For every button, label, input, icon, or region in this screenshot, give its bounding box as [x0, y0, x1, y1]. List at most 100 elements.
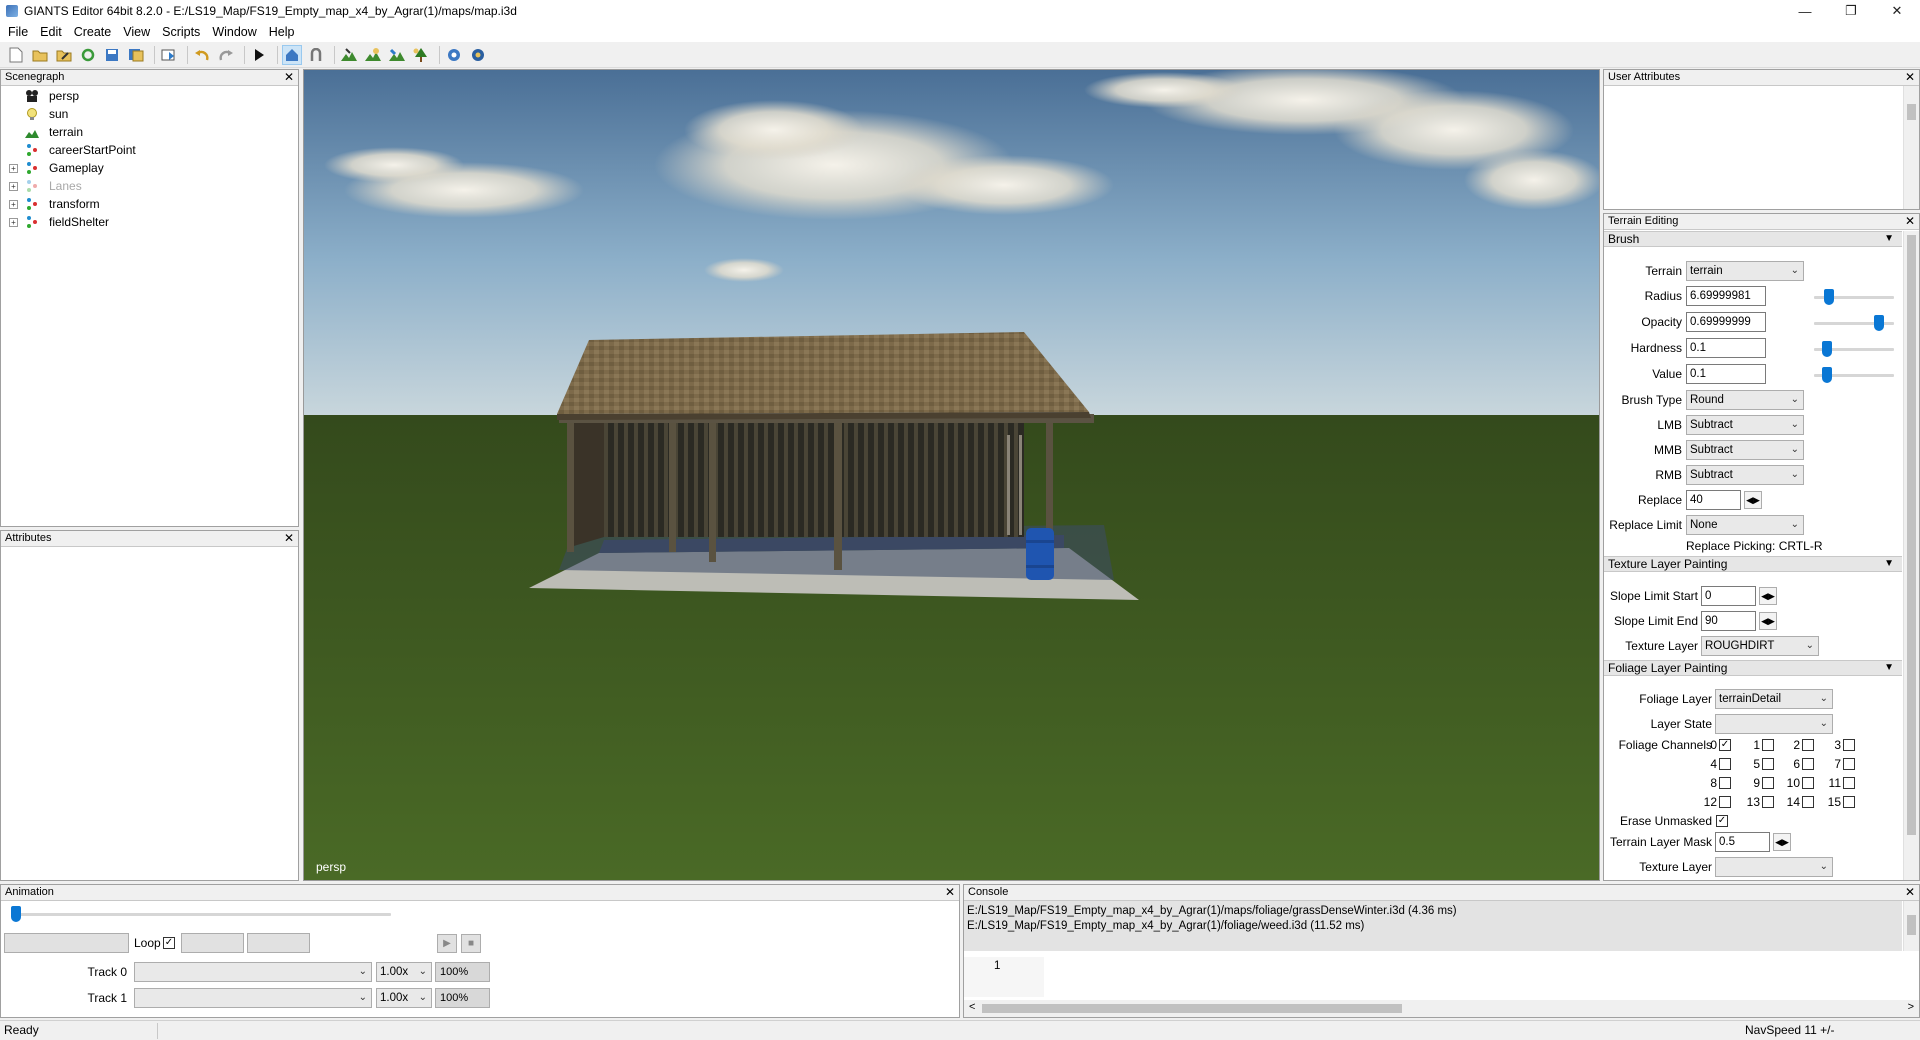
menu-scripts[interactable]: Scripts [156, 25, 206, 39]
foliage-channel-checkbox[interactable] [1802, 796, 1814, 808]
save-all-icon[interactable] [126, 45, 146, 65]
track0-speed-select[interactable]: 1.00x ⌄ [376, 962, 432, 982]
foliage-channel-checkbox[interactable] [1762, 758, 1774, 770]
timeline-slider-thumb[interactable] [11, 906, 21, 922]
opacity-input[interactable]: 0.69999999 [1686, 312, 1766, 332]
expand-icon[interactable]: + [9, 217, 18, 227]
foliage-channel-checkbox[interactable] [1843, 739, 1855, 751]
scenegraph-item-Gameplay[interactable]: + Gameplay [1, 159, 298, 177]
layer-state-select[interactable]: ⌄ [1715, 714, 1833, 734]
play-icon[interactable]: ▶ [437, 934, 457, 953]
texture-layer-section-header[interactable]: Texture Layer Painting ▼ [1604, 556, 1902, 572]
scroll-left-icon[interactable]: < [969, 1001, 975, 1013]
scenegraph-item-careerStartPoint[interactable]: careerStartPoint [1, 141, 298, 159]
scenegraph-item-fieldShelter[interactable]: + fieldShelter [1, 213, 298, 231]
track1-speed-select[interactable]: 1.00x ⌄ [376, 988, 432, 1008]
open-file-icon[interactable] [30, 45, 50, 65]
close-icon[interactable]: ✕ [1874, 0, 1920, 22]
foliage-channel-checkbox[interactable] [1802, 777, 1814, 789]
opacity-slider-thumb[interactable] [1874, 315, 1884, 331]
menu-create[interactable]: Create [68, 25, 118, 39]
close-icon[interactable]: ✕ [1905, 70, 1915, 85]
save-icon[interactable] [102, 45, 122, 65]
terrain-sculpt-icon[interactable] [363, 45, 383, 65]
foliage-channel-checkbox[interactable] [1843, 777, 1855, 789]
mmb-select[interactable]: Subtract ⌄ [1686, 440, 1804, 460]
console-input[interactable] [1044, 957, 1919, 997]
lmb-select[interactable]: Subtract ⌄ [1686, 415, 1804, 435]
hardness-slider-thumb[interactable] [1822, 341, 1832, 357]
scrollbar-horizontal[interactable]: < > [964, 1000, 1919, 1017]
foliage-layer-section-header[interactable]: Foliage Layer Painting ▼ [1604, 660, 1902, 676]
menu-help[interactable]: Help [263, 25, 301, 39]
terrain-layer-mask-input[interactable]: 0.5 [1715, 832, 1770, 852]
scrollbar-thumb[interactable] [1907, 235, 1916, 835]
start-time-field[interactable] [181, 933, 244, 953]
import-icon[interactable] [159, 45, 179, 65]
track1-weight[interactable]: 100% [435, 988, 490, 1008]
play-icon[interactable] [249, 45, 269, 65]
foliage-channel-checkbox[interactable]: ✓ [1719, 739, 1731, 751]
replace-limit-select[interactable]: None ⌄ [1686, 515, 1804, 535]
scroll-right-icon[interactable]: > [1908, 1001, 1914, 1013]
close-icon[interactable]: ✕ [945, 885, 955, 900]
edit-file-icon[interactable] [54, 45, 74, 65]
close-icon[interactable]: ✕ [284, 70, 294, 85]
spinner-icon[interactable]: ◀▶ [1773, 833, 1791, 851]
timeline-slider[interactable] [11, 913, 391, 916]
undo-icon[interactable] [192, 45, 212, 65]
tree-paint-icon[interactable] [411, 45, 431, 65]
end-time-field[interactable] [247, 933, 310, 953]
foliage-channel-checkbox[interactable] [1802, 739, 1814, 751]
radius-slider-thumb[interactable] [1824, 289, 1834, 305]
foliage-channel-checkbox[interactable] [1762, 796, 1774, 808]
terrain-select[interactable]: terrain ⌄ [1686, 261, 1804, 281]
foliage-channel-checkbox[interactable] [1843, 796, 1855, 808]
brush-section-header[interactable]: Brush ▼ [1604, 231, 1902, 247]
foliage-layer-select[interactable]: terrainDetail ⌄ [1715, 689, 1833, 709]
new-file-icon[interactable] [6, 45, 26, 65]
minimize-icon[interactable]: — [1782, 0, 1828, 22]
move-icon[interactable] [306, 45, 326, 65]
scenegraph-item-Lanes[interactable]: + Lanes [1, 177, 298, 195]
close-icon[interactable]: ✕ [1905, 885, 1915, 900]
foliage-channel-checkbox[interactable] [1843, 758, 1855, 770]
track1-clip-select[interactable]: ⌄ [134, 988, 372, 1008]
radius-input[interactable]: 6.69999981 [1686, 286, 1766, 306]
texture-layer-select[interactable]: ROUGHDIRT ⌄ [1701, 636, 1819, 656]
texture-layer-2-select[interactable]: ⌄ [1715, 857, 1833, 877]
foliage-channel-checkbox[interactable] [1719, 758, 1731, 770]
brush-type-select[interactable]: Round ⌄ [1686, 390, 1804, 410]
track0-weight[interactable]: 100% [435, 962, 490, 982]
foliage-channel-checkbox[interactable] [1719, 796, 1731, 808]
scenegraph-item-terrain[interactable]: terrain [1, 123, 298, 141]
expand-icon[interactable]: + [9, 181, 18, 191]
scenegraph-item-transform[interactable]: + transform [1, 195, 298, 213]
scenegraph-item-persp[interactable]: persp [1, 87, 298, 105]
hardness-input[interactable]: 0.1 [1686, 338, 1766, 358]
scrollbar-thumb[interactable] [982, 1004, 1402, 1013]
maximize-icon[interactable]: ❐ [1828, 0, 1874, 22]
menu-edit[interactable]: Edit [34, 25, 68, 39]
menu-file[interactable]: File [2, 25, 34, 39]
scrollbar-vertical[interactable] [1903, 231, 1919, 880]
time-field[interactable] [4, 933, 129, 953]
track0-clip-select[interactable]: ⌄ [134, 962, 372, 982]
refresh-icon[interactable] [78, 45, 98, 65]
foliage-paint-icon[interactable] [387, 45, 407, 65]
3d-viewport[interactable]: persp [303, 69, 1600, 881]
scrollbar-thumb[interactable] [1907, 104, 1916, 120]
foliage-channel-checkbox[interactable] [1719, 777, 1731, 789]
close-icon[interactable]: ✕ [284, 531, 294, 546]
select-icon[interactable] [282, 44, 302, 65]
settings-icon[interactable] [444, 45, 464, 65]
menu-view[interactable]: View [117, 25, 156, 39]
close-icon[interactable]: ✕ [1905, 214, 1915, 229]
spinner-icon[interactable]: ◀▶ [1744, 491, 1762, 509]
rmb-select[interactable]: Subtract ⌄ [1686, 465, 1804, 485]
expand-icon[interactable]: + [9, 163, 18, 173]
slope-end-input[interactable]: 90 [1701, 611, 1756, 631]
scrollbar-thumb[interactable] [1907, 915, 1916, 935]
slope-start-input[interactable]: 0 [1701, 586, 1756, 606]
replace-input[interactable]: 40 [1686, 490, 1741, 510]
